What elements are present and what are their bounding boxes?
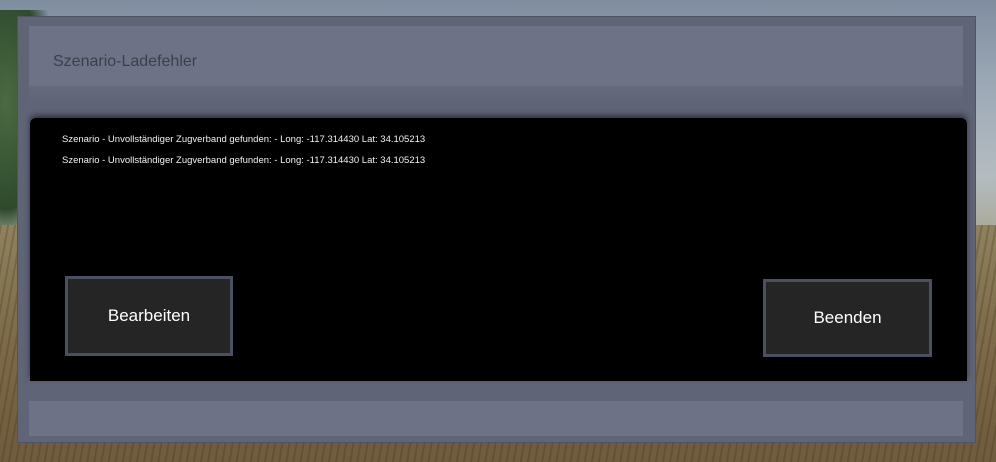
dialog-title-bar: Szenario-Ladefehler	[29, 26, 963, 86]
dialog-title: Szenario-Ladefehler	[53, 53, 198, 70]
quit-button-label: Beenden	[813, 308, 882, 327]
edit-button-label: Bearbeiten	[107, 306, 191, 325]
error-log-panel: Szenario - Unvollständiger Zugverband ge…	[30, 118, 967, 381]
error-log-line: Szenario - Unvollständiger Zugverband ge…	[62, 134, 426, 145]
error-log-list: Szenario - Unvollständiger Zugverband ge…	[62, 129, 425, 171]
error-log-line: Szenario - Unvollständiger Zugverband ge…	[62, 155, 426, 166]
title-divider	[29, 86, 963, 104]
dialog-footer-bar	[29, 401, 963, 436]
edit-button[interactable]: Bearbeiten	[65, 276, 233, 356]
scenario-load-error-dialog: Szenario-Ladefehler Szenario - Unvollstä…	[18, 17, 975, 442]
quit-button[interactable]: Beenden	[763, 279, 932, 357]
